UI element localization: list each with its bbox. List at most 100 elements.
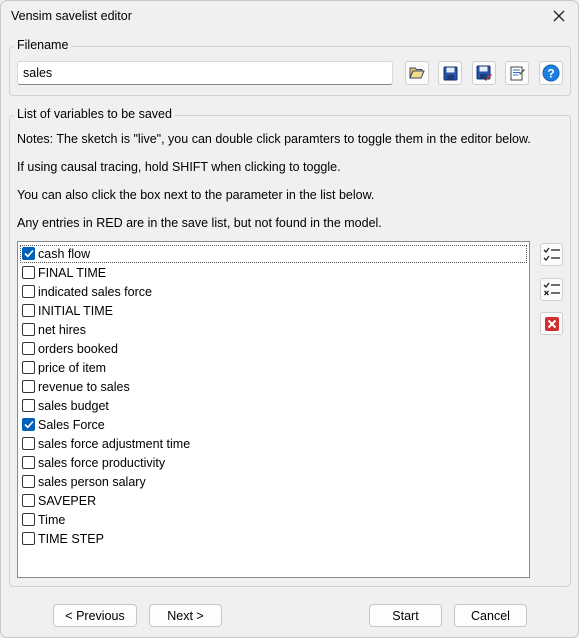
list-item-row: orders booked: [20, 340, 527, 358]
note-red-entries: Any entries in RED are in the save list,…: [17, 216, 382, 230]
title-bar: Vensim savelist editor: [1, 1, 578, 33]
list-item[interactable]: sales person salary: [20, 472, 529, 491]
note-click-box: You can also click the box next to the p…: [17, 188, 375, 202]
svg-text:?: ?: [547, 67, 554, 81]
list-item-label: Sales Force: [38, 417, 105, 432]
window-title: Vensim savelist editor: [11, 9, 132, 23]
list-item-label: Time: [38, 512, 66, 527]
list-item-label: indicated sales force: [38, 284, 152, 299]
list-item[interactable]: cash flow: [20, 244, 529, 263]
list-item-checkbox[interactable]: [22, 247, 35, 260]
list-item-row: net hires: [20, 321, 527, 339]
delete-icon: [544, 316, 559, 331]
list-item-row: Sales Force: [20, 416, 527, 434]
list-item-row: price of item: [20, 359, 527, 377]
list-item-label: INITIAL TIME: [38, 303, 114, 318]
list-item[interactable]: sales force productivity: [20, 453, 529, 472]
list-item[interactable]: Time: [20, 510, 529, 529]
save-icon: [443, 66, 457, 80]
list-item-checkbox[interactable]: [22, 266, 35, 279]
list-item-checkbox[interactable]: [22, 437, 35, 450]
save-as-icon: [476, 65, 492, 81]
variables-list[interactable]: cash flow FINAL TIME indicated sales force…: [17, 241, 530, 578]
previous-button[interactable]: < Previous: [53, 604, 137, 627]
save-as-button[interactable]: [472, 61, 496, 85]
list-item[interactable]: revenue to sales: [20, 377, 529, 396]
cancel-button[interactable]: Cancel: [454, 604, 527, 627]
list-item-checkbox[interactable]: [22, 532, 35, 545]
note-causal-tracing: If using causal tracing, hold SHIFT when…: [17, 160, 341, 174]
list-item-row: indicated sales force: [20, 283, 527, 301]
open-folder-icon: [409, 67, 425, 79]
list-item-label: cash flow: [38, 246, 91, 261]
uncheck-all-icon: [543, 282, 560, 295]
list-item-row: revenue to sales: [20, 378, 527, 396]
list-item-row: sales budget: [20, 397, 527, 415]
list-item-label: orders booked: [38, 341, 118, 356]
list-item-checkbox[interactable]: [22, 342, 35, 355]
list-item[interactable]: orders booked: [20, 339, 529, 358]
list-item-row: sales force adjustment time: [20, 435, 527, 453]
list-item-checkbox[interactable]: [22, 380, 35, 393]
check-all-icon: [543, 247, 560, 261]
list-item[interactable]: price of item: [20, 358, 529, 377]
list-item-label: revenue to sales: [38, 379, 130, 394]
list-item[interactable]: SAVEPER: [20, 491, 529, 510]
uncheck-all-button[interactable]: [540, 278, 563, 301]
delete-button[interactable]: [540, 312, 563, 335]
list-item[interactable]: FINAL TIME: [20, 263, 529, 282]
open-button[interactable]: [405, 61, 429, 85]
list-item-checkbox[interactable]: [22, 285, 35, 298]
filename-label: Filename: [14, 38, 72, 52]
list-item-label: TIME STEP: [38, 531, 104, 546]
list-item-row: Time: [20, 511, 527, 529]
list-item-row: sales force productivity: [20, 454, 527, 472]
list-item-checkbox[interactable]: [22, 399, 35, 412]
list-item-row: FINAL TIME: [20, 264, 527, 282]
list-item-label: net hires: [38, 322, 86, 337]
filename-input[interactable]: [17, 61, 393, 85]
list-item[interactable]: Sales Force: [20, 415, 529, 434]
list-item-row: cash flow: [20, 244, 527, 263]
list-item-checkbox[interactable]: [22, 456, 35, 469]
list-item[interactable]: TIME STEP: [20, 529, 529, 548]
list-item-label: sales force productivity: [38, 455, 166, 470]
list-item-label: sales budget: [38, 398, 109, 413]
list-item-row: SAVEPER: [20, 492, 527, 510]
close-button[interactable]: [548, 5, 570, 27]
list-item[interactable]: net hires: [20, 320, 529, 339]
help-icon: ?: [542, 64, 560, 82]
list-item-label: sales force adjustment time: [38, 436, 191, 451]
checkmark-icon: [23, 420, 34, 429]
list-item-checkbox[interactable]: [22, 494, 35, 507]
list-item[interactable]: INITIAL TIME: [20, 301, 529, 320]
save-button[interactable]: [438, 61, 462, 85]
list-item-checkbox[interactable]: [22, 475, 35, 488]
list-item-checkbox[interactable]: [22, 513, 35, 526]
list-item[interactable]: indicated sales force: [20, 282, 529, 301]
checkmark-icon: [23, 249, 34, 258]
list-item-row: INITIAL TIME: [20, 302, 527, 320]
list-item-checkbox[interactable]: [22, 323, 35, 336]
notepad-button[interactable]: [505, 61, 529, 85]
list-item-label: SAVEPER: [38, 493, 97, 508]
list-item[interactable]: sales force adjustment time: [20, 434, 529, 453]
variables-group-label: List of variables to be saved: [14, 107, 175, 121]
list-item-checkbox[interactable]: [22, 304, 35, 317]
list-item-label: FINAL TIME: [38, 265, 107, 280]
note-live-sketch: Notes: The sketch is "live", you can dou…: [17, 132, 531, 146]
list-item-checkbox[interactable]: [22, 361, 35, 374]
list-item-row: TIME STEP: [20, 530, 527, 548]
help-button[interactable]: ?: [539, 61, 563, 85]
check-all-button[interactable]: [540, 243, 563, 266]
list-item-label: price of item: [38, 360, 107, 375]
notepad-icon: [510, 66, 525, 81]
close-icon: [553, 10, 565, 22]
list-item-row: sales person salary: [20, 473, 527, 491]
savelist-editor-window: Vensim savelist editor Filename sales ? …: [0, 0, 579, 638]
next-button[interactable]: Next >: [149, 604, 222, 627]
list-item[interactable]: sales budget: [20, 396, 529, 415]
list-item-label: sales person salary: [38, 474, 146, 489]
start-button[interactable]: Start: [369, 604, 442, 627]
list-item-checkbox[interactable]: [22, 418, 35, 431]
